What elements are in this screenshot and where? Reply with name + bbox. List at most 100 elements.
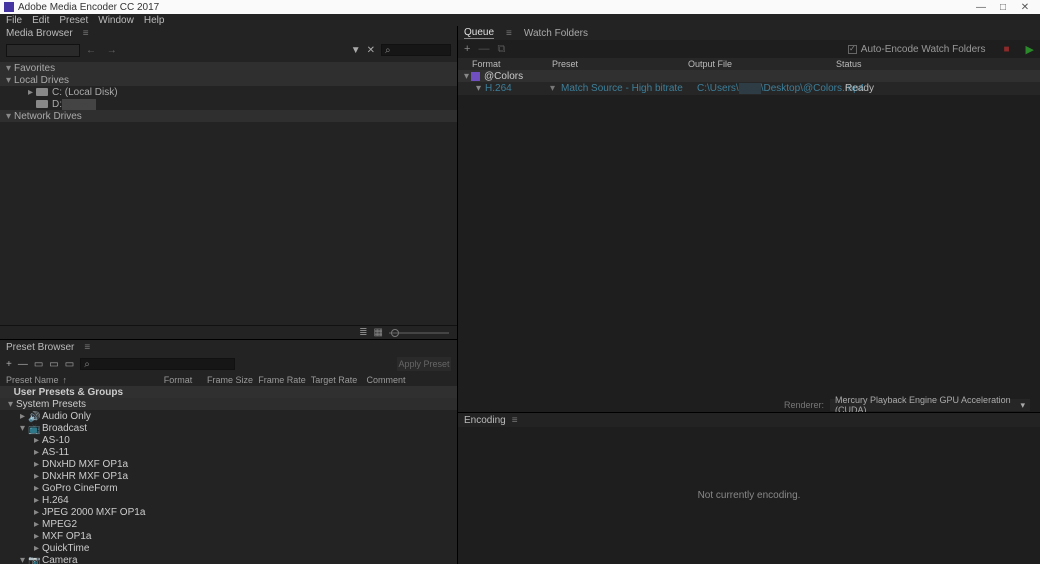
nav-forward-icon[interactable]: → — [107, 45, 121, 56]
queue-columns-header: Format Preset Output File Status — [458, 58, 1040, 70]
media-browser-toolbar: ← → ▼ ✕ ⌕ — [0, 40, 457, 60]
chevron-down-icon: ▾ — [476, 83, 481, 94]
filter-icon[interactable]: ▼ — [351, 45, 361, 56]
preset-item-jpeg2000[interactable]: ▸JPEG 2000 MXF OP1a — [0, 506, 457, 518]
tree-section-local-drives[interactable]: ▾Local Drives — [0, 74, 457, 86]
tab-watch-folders[interactable]: Watch Folders — [524, 28, 588, 39]
media-browser-tree[interactable]: ▾Favorites ▾Local Drives ▸C: (Local Disk… — [0, 60, 457, 325]
chevron-down-icon: ▾ — [1020, 400, 1025, 411]
queue-remove-icon[interactable]: — — [478, 43, 489, 55]
window-maximize-button[interactable]: □ — [992, 2, 1014, 13]
auto-encode-label: Auto-Encode Watch Folders — [861, 44, 986, 55]
menu-window[interactable]: Window — [98, 15, 134, 26]
preset-item-h264[interactable]: ▸H.264 — [0, 494, 457, 506]
preset-cat-camera[interactable]: ▾📷Camera — [0, 554, 457, 564]
col-target-rate[interactable]: Target Rate — [308, 375, 360, 385]
preset-add-icon[interactable]: + — [6, 359, 12, 370]
encoding-status-text: Not currently encoding. — [698, 490, 801, 501]
tree-section-favorites[interactable]: ▾Favorites — [0, 62, 457, 74]
queue-item-row[interactable]: ▾ H.264▾ Match Source - High bitrate C:\… — [458, 82, 1040, 95]
nav-back-icon[interactable]: ← — [86, 45, 100, 56]
preset-user-group[interactable]: User Presets & Groups — [0, 386, 457, 398]
queue-duplicate-icon[interactable]: ⧉ — [497, 43, 505, 56]
tab-preset-browser[interactable]: Preset Browser — [6, 342, 74, 353]
ae-comp-icon — [471, 72, 480, 81]
preset-item-mpeg2[interactable]: ▸MPEG2 — [0, 518, 457, 530]
menubar: File Edit Preset Window Help — [0, 14, 1040, 26]
queue-add-icon[interactable]: + — [464, 43, 470, 55]
preset-item-gopro[interactable]: ▸GoPro CineForm — [0, 482, 457, 494]
col-status[interactable]: Status — [836, 59, 1040, 69]
panel-menu-icon[interactable]: ≡ — [512, 415, 518, 426]
queue-format-cell[interactable]: H.264▾ — [485, 83, 561, 94]
queue-tabbar: Queue ≡ Watch Folders — [458, 26, 1040, 40]
redacted-text: xxxxxx — [62, 99, 96, 110]
preset-item-quicktime[interactable]: ▸QuickTime — [0, 542, 457, 554]
preset-item-mxf[interactable]: ▸MXF OP1a — [0, 530, 457, 542]
tab-queue[interactable]: Queue — [464, 27, 494, 39]
col-preset-name[interactable]: Preset Name — [6, 375, 59, 385]
preset-system-group[interactable]: ▾System Presets — [0, 398, 457, 410]
renderer-select[interactable]: Mercury Playback Engine GPU Acceleration… — [830, 399, 1030, 411]
menu-edit[interactable]: Edit — [32, 15, 49, 26]
queue-status-cell: Ready — [845, 83, 874, 94]
tab-media-browser[interactable]: Media Browser — [6, 28, 73, 39]
col-output[interactable]: Output File — [688, 59, 836, 69]
preset-search-input[interactable]: ⌕ — [80, 358, 235, 370]
queue-composition-row[interactable]: ▾ @Colors — [458, 70, 1040, 82]
app-title: Adobe Media Encoder CC 2017 — [18, 2, 159, 13]
window-minimize-button[interactable]: — — [970, 2, 992, 13]
queue-toolbar: + — ⧉ ✓ Auto-Encode Watch Folders ■ ▶ — [458, 40, 1040, 58]
drive-d[interactable]: D:xxxxxx — [0, 98, 457, 110]
preset-item-as11[interactable]: ▸AS-11 — [0, 446, 457, 458]
window-titlebar: Adobe Media Encoder CC 2017 — □ ✕ — [0, 0, 1040, 14]
drive-c[interactable]: ▸C: (Local Disk) — [0, 86, 457, 98]
panel-menu-icon[interactable]: ≡ — [83, 28, 89, 39]
media-browser-search-input[interactable]: ⌕ — [381, 44, 451, 56]
preset-import-icon[interactable]: ▭ — [65, 359, 74, 370]
tab-encoding[interactable]: Encoding — [464, 415, 506, 426]
queue-body[interactable]: ▾ @Colors ▾ H.264▾ Match Source - High b… — [458, 70, 1040, 398]
panel-menu-icon[interactable]: ≡ — [506, 28, 512, 39]
checkbox-icon: ✓ — [848, 45, 857, 54]
preset-tree[interactable]: User Presets & Groups ▾System Presets ▸🔊… — [0, 386, 457, 564]
preset-remove-icon[interactable]: — — [18, 359, 28, 370]
thumb-size-slider[interactable] — [389, 332, 449, 334]
preset-item-as10[interactable]: ▸AS-10 — [0, 434, 457, 446]
menu-file[interactable]: File — [6, 15, 22, 26]
queue-stop-icon[interactable]: ■ — [1003, 44, 1009, 55]
col-format[interactable]: Format — [472, 59, 552, 69]
preset-cat-broadcast[interactable]: ▾📺Broadcast — [0, 422, 457, 434]
preset-cat-audio-only[interactable]: ▸🔊Audio Only — [0, 410, 457, 422]
col-frame-rate[interactable]: Frame Rate — [256, 375, 308, 385]
local-drives-label: Local Drives — [14, 75, 69, 86]
preset-settings-icon[interactable]: ▭ — [34, 359, 43, 370]
col-comment[interactable]: Comment — [360, 375, 412, 385]
preset-newfolder-icon[interactable]: ▭ — [49, 359, 58, 370]
apply-preset-button[interactable]: Apply Preset — [397, 357, 451, 371]
col-preset[interactable]: Preset — [552, 59, 688, 69]
filter-clear-icon[interactable]: ✕ — [367, 45, 375, 56]
queue-play-icon[interactable]: ▶ — [1026, 43, 1034, 56]
menu-help[interactable]: Help — [144, 15, 165, 26]
window-close-button[interactable]: ✕ — [1014, 2, 1036, 13]
comp-name: @Colors — [484, 71, 523, 82]
col-frame-size[interactable]: Frame Size — [204, 375, 256, 385]
queue-preset-cell[interactable]: Match Source - High bitrate — [561, 83, 697, 94]
view-list-icon[interactable]: ≣ — [359, 327, 367, 338]
speaker-icon: 🔊 — [28, 412, 38, 420]
auto-encode-checkbox[interactable]: ✓ Auto-Encode Watch Folders — [848, 44, 986, 55]
menu-preset[interactable]: Preset — [59, 15, 88, 26]
media-browser-path-dropdown[interactable] — [6, 44, 80, 57]
preset-browser-tabbar: Preset Browser ≡ — [0, 340, 457, 354]
preset-item-dnxhr[interactable]: ▸DNxHR MXF OP1a — [0, 470, 457, 482]
tv-icon: 📺 — [28, 424, 38, 432]
col-format[interactable]: Format — [152, 375, 204, 385]
tree-section-network-drives[interactable]: ▾Network Drives — [0, 110, 457, 122]
preset-item-dnxhd[interactable]: ▸DNxHD MXF OP1a — [0, 458, 457, 470]
panel-menu-icon[interactable]: ≡ — [84, 342, 90, 353]
preset-columns-header: Preset Name ↑ Format Frame Size Frame Rat… — [0, 374, 457, 386]
queue-output-cell[interactable]: C:\Users\xxxx\Desktop\@Colors.mp4 — [697, 83, 845, 94]
view-thumb-icon[interactable]: ▦ — [374, 327, 383, 338]
sort-icon[interactable]: ↑ — [63, 375, 68, 385]
